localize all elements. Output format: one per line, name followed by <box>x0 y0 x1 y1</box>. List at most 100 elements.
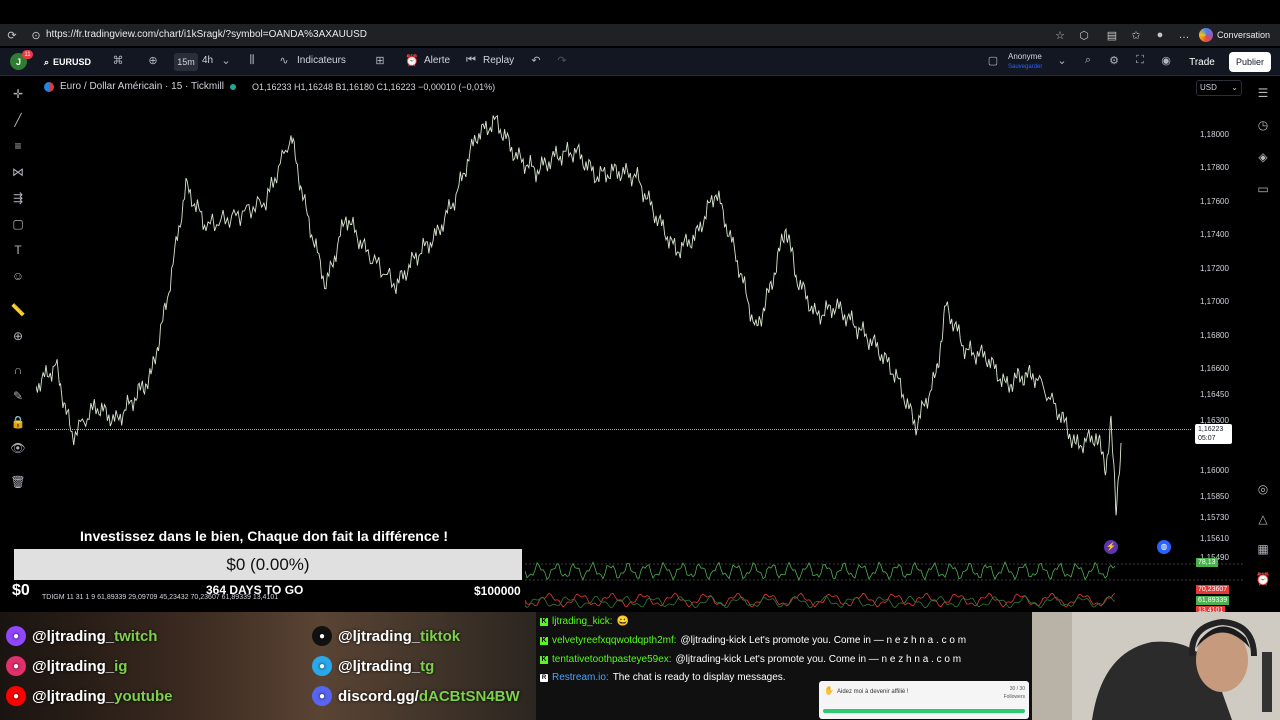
url-text[interactable]: https://fr.tradingview.com/chart/i1kSrag… <box>46 29 367 40</box>
fullscreen-icon[interactable]: ⛶ <box>1132 54 1148 70</box>
trash-icon[interactable]: 🗑 <box>10 474 26 490</box>
alarm-icon[interactable]: ⏰ <box>1254 570 1272 588</box>
shapes-icon[interactable]: ▢ <box>10 216 26 232</box>
donation-progress-bar: $0 (0.00%) <box>14 549 522 580</box>
indicator-tag-red: 70,23607 <box>1196 585 1230 594</box>
layout-dropdown-icon[interactable]: ⌄ <box>1054 54 1070 70</box>
kick-icon: K <box>540 617 548 626</box>
trade-button[interactable]: Trade <box>1185 52 1219 72</box>
symbol-title[interactable]: Euro / Dollar Américain · 15 · Tickmill <box>60 81 224 92</box>
compare-icon[interactable]: ⌘ <box>110 54 126 70</box>
price-tick-label: 1,16600 <box>1200 364 1229 373</box>
timeframe-15m[interactable]: 15m <box>174 53 198 71</box>
restream-icon: R <box>540 673 548 682</box>
affiliate-progress-bar <box>823 709 1025 713</box>
indicators-button[interactable]: Indicateurs <box>297 55 346 66</box>
site-info-icon[interactable]: ⊙ <box>28 27 44 43</box>
profile-icon[interactable]: ● <box>1152 27 1168 43</box>
price-axis[interactable]: 1,18000 1,17800 1,17600 1,17400 1,17200 1,170… <box>1191 100 1245 562</box>
layout-select-icon[interactable]: ▢ <box>985 54 1001 70</box>
chart-toolbar: J 11 ⌕ EURUSD ⌘ ⊕ 15m 4h ⌄ ⫼ ∿ Indicateu… <box>0 48 1280 76</box>
triangle-icon[interactable]: △ <box>1254 510 1272 528</box>
text-tool-icon[interactable]: T <box>10 242 26 258</box>
price-tick-label: 1,15610 <box>1200 534 1229 543</box>
alert-button[interactable]: Alerte <box>424 55 450 66</box>
globe-icon[interactable]: ◍ <box>1157 540 1171 554</box>
twitch-icon: ● <box>6 626 26 646</box>
kick-icon: K <box>540 636 548 645</box>
crosshair-icon[interactable]: ✛ <box>10 86 26 102</box>
symbol-search-button[interactable]: ⌕ EURUSD <box>38 53 100 71</box>
lock-icon[interactable]: 🔒 <box>10 414 26 430</box>
hide-drawings-icon[interactable]: 👁 <box>10 440 26 456</box>
price-chart[interactable] <box>36 76 1191 556</box>
calendar-icon[interactable]: ▦ <box>1254 540 1272 558</box>
stay-drawing-icon[interactable]: ✎ <box>10 388 26 404</box>
split-screen-icon[interactable]: ▤ <box>1104 27 1120 43</box>
chat-message: R Restream.io: The chat is ready to displa… <box>540 672 786 683</box>
emoji-icon[interactable]: ☺ <box>10 268 26 284</box>
price-tick-label: 1,15730 <box>1200 513 1229 522</box>
social-link-tiktok: ● @ljtrading_ tiktok <box>312 626 460 646</box>
indicator-line-green <box>525 560 1116 582</box>
price-line <box>36 114 1122 516</box>
indicator-line-darkgreen <box>525 595 1116 609</box>
donation-goal: $100000 <box>474 584 521 598</box>
favorites-icon[interactable]: ✩ <box>1128 27 1144 43</box>
layout-name[interactable]: Anonyme Sauvegarder <box>1008 52 1042 72</box>
ruler-icon[interactable]: 📏 <box>10 302 26 318</box>
bookmark-star-icon[interactable]: ☆ <box>1052 27 1068 43</box>
social-link-twitch: ● @ljtrading_ twitch <box>6 626 157 646</box>
object-tree-icon[interactable]: ◈ <box>1254 148 1272 166</box>
affiliate-goal-widget: ✋ Aidez moi à devenir affilié ! 30 / 30 F… <box>819 681 1029 719</box>
chart-type-icon[interactable]: ⫼ <box>244 54 260 70</box>
trend-line-icon[interactable]: ╱ <box>10 112 26 128</box>
replay-icon[interactable]: ⏮ <box>463 54 479 70</box>
undo-icon[interactable]: ↶ <box>528 54 544 70</box>
social-link-youtube: ● @ljtrading_ youtube <box>6 686 172 706</box>
indicator-pane-bottom[interactable] <box>525 586 1245 612</box>
alert-icon[interactable]: ⏰ <box>404 54 420 70</box>
add-symbol-icon[interactable]: ⊕ <box>145 54 161 70</box>
extensions-icon[interactable]: ⬡ <box>1076 27 1092 43</box>
pattern-icon[interactable]: ⋈ <box>10 164 26 180</box>
kick-icon: K <box>540 655 548 664</box>
prediction-icon[interactable]: ⇶ <box>10 190 26 206</box>
alerts-clock-icon[interactable]: ◷ <box>1254 116 1272 134</box>
streamer-image <box>1032 612 1280 720</box>
layouts-icon[interactable]: ⊞ <box>372 54 388 70</box>
publish-button[interactable]: Publier <box>1229 52 1271 72</box>
magnet-icon[interactable]: ∩ <box>10 362 26 378</box>
price-tick-label: 1,17600 <box>1200 197 1229 206</box>
zoom-icon[interactable]: ⊕ <box>10 328 26 344</box>
settings-gear-icon[interactable]: ⚙ <box>1106 54 1122 70</box>
notification-badge: 11 <box>22 50 33 59</box>
timeframe-dropdown-icon[interactable]: ⌄ <box>218 54 234 70</box>
discord-icon: ● <box>312 686 332 706</box>
fib-retracement-icon[interactable]: ≡ <box>10 138 26 154</box>
donation-title: Investissez dans le bien, Chaque don fai… <box>80 528 448 544</box>
chat-icon[interactable]: ▭ <box>1254 180 1272 198</box>
social-links-panel: ● @ljtrading_ twitch ● @ljtrading_ ig ● @ljtrad… <box>0 612 536 720</box>
symbol-logo-icon <box>44 81 54 92</box>
webcam-feed <box>1032 612 1280 720</box>
conversation-button[interactable]: Conversation <box>1198 26 1270 44</box>
indicator-tag-green: 78,13 <box>1196 558 1218 567</box>
snapshot-camera-icon[interactable]: ◉ <box>1158 54 1174 70</box>
timeframe-4h[interactable]: 4h <box>202 55 213 66</box>
indicator-pane-top[interactable] <box>525 556 1245 586</box>
chat-message: Kvelvetyreefxqqwotdqpth2mf: @ljtrading-ki… <box>540 635 967 646</box>
replay-button[interactable]: Replay <box>483 55 514 66</box>
reload-icon[interactable]: ⟳ <box>4 27 20 43</box>
quick-search-icon[interactable]: ⌕ <box>1080 54 1096 70</box>
currency-select[interactable]: USD ⌄ <box>1196 80 1242 96</box>
watchlist-icon[interactable]: ☰ <box>1254 84 1272 102</box>
chart-legend: Euro / Dollar Américain · 15 · Tickmill … <box>44 81 495 92</box>
redo-icon[interactable]: ↷ <box>554 54 570 70</box>
lightning-icon[interactable]: ⚡ <box>1104 540 1118 554</box>
social-link-ig: ● @ljtrading_ ig <box>6 656 127 676</box>
more-icon[interactable]: … <box>1176 27 1192 43</box>
indicators-icon[interactable]: ∿ <box>276 54 292 70</box>
target-icon[interactable]: ◎ <box>1254 480 1272 498</box>
indicator-line-red <box>525 592 1116 608</box>
